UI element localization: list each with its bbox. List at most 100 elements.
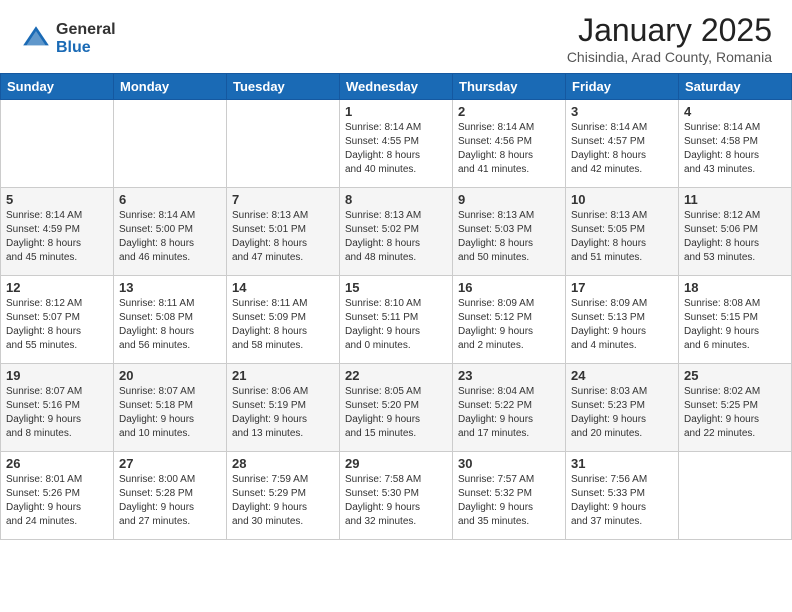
calendar-cell: 21 Sunrise: 8:06 AM Sunset: 5:19 PM Dayli… — [227, 364, 340, 452]
day-info: Sunrise: 8:14 AM Sunset: 4:58 PM Dayligh… — [684, 121, 786, 177]
day-info: Sunrise: 8:09 AM Sunset: 5:13 PM Dayligh… — [571, 297, 673, 353]
weekday-header-wednesday: Wednesday — [340, 74, 453, 100]
day-number: 9 — [458, 192, 560, 207]
day-info: Sunrise: 8:10 AM Sunset: 5:11 PM Dayligh… — [345, 297, 447, 353]
location-title: Chisindia, Arad County, Romania — [567, 49, 772, 65]
day-number: 14 — [232, 280, 334, 295]
day-info: Sunrise: 8:06 AM Sunset: 5:19 PM Dayligh… — [232, 385, 334, 441]
day-info: Sunrise: 7:59 AM Sunset: 5:29 PM Dayligh… — [232, 473, 334, 529]
day-info: Sunrise: 8:01 AM Sunset: 5:26 PM Dayligh… — [6, 473, 108, 529]
day-number: 3 — [571, 104, 673, 119]
day-info: Sunrise: 8:03 AM Sunset: 5:23 PM Dayligh… — [571, 385, 673, 441]
day-number: 8 — [345, 192, 447, 207]
day-number: 2 — [458, 104, 560, 119]
day-number: 10 — [571, 192, 673, 207]
weekday-header-thursday: Thursday — [453, 74, 566, 100]
calendar-week-5: 26 Sunrise: 8:01 AM Sunset: 5:26 PM Dayli… — [1, 452, 792, 540]
day-number: 25 — [684, 368, 786, 383]
logo-icon — [20, 23, 52, 55]
month-title: January 2025 — [567, 12, 772, 49]
calendar-cell: 16 Sunrise: 8:09 AM Sunset: 5:12 PM Dayli… — [453, 276, 566, 364]
day-number: 6 — [119, 192, 221, 207]
calendar-cell — [227, 100, 340, 188]
calendar-cell: 25 Sunrise: 8:02 AM Sunset: 5:25 PM Dayli… — [679, 364, 792, 452]
calendar-cell: 31Sunrise: 7:56 AM Sunset: 5:33 PM Dayli… — [566, 452, 679, 540]
calendar-cell: 22 Sunrise: 8:05 AM Sunset: 5:20 PM Dayli… — [340, 364, 453, 452]
day-info: Sunrise: 8:14 AM Sunset: 4:57 PM Dayligh… — [571, 121, 673, 177]
calendar-cell: 19 Sunrise: 8:07 AM Sunset: 5:16 PM Dayli… — [1, 364, 114, 452]
day-info: Sunrise: 8:12 AM Sunset: 5:07 PM Dayligh… — [6, 297, 108, 353]
day-number: 21 — [232, 368, 334, 383]
day-number: 12 — [6, 280, 108, 295]
day-number: 16 — [458, 280, 560, 295]
day-info: Sunrise: 8:13 AM Sunset: 5:05 PM Dayligh… — [571, 209, 673, 265]
day-info: Sunrise: 8:11 AM Sunset: 5:09 PM Dayligh… — [232, 297, 334, 353]
day-info: Sunrise: 8:07 AM Sunset: 5:16 PM Dayligh… — [6, 385, 108, 441]
day-number: 17 — [571, 280, 673, 295]
weekday-header-row: SundayMondayTuesdayWednesdayThursdayFrid… — [1, 74, 792, 100]
calendar-cell: 10 Sunrise: 8:13 AM Sunset: 5:05 PM Dayli… — [566, 188, 679, 276]
calendar-cell — [1, 100, 114, 188]
calendar-cell: 9 Sunrise: 8:13 AM Sunset: 5:03 PM Daylig… — [453, 188, 566, 276]
calendar-week-3: 12 Sunrise: 8:12 AM Sunset: 5:07 PM Dayli… — [1, 276, 792, 364]
day-number: 30 — [458, 456, 560, 471]
day-number: 28 — [232, 456, 334, 471]
weekday-header-sunday: Sunday — [1, 74, 114, 100]
calendar-cell: 2Sunrise: 8:14 AM Sunset: 4:56 PM Daylig… — [453, 100, 566, 188]
calendar-cell: 4Sunrise: 8:14 AM Sunset: 4:58 PM Daylig… — [679, 100, 792, 188]
calendar-cell: 6 Sunrise: 8:14 AM Sunset: 5:00 PM Daylig… — [114, 188, 227, 276]
calendar-cell — [114, 100, 227, 188]
calendar-cell: 7 Sunrise: 8:13 AM Sunset: 5:01 PM Daylig… — [227, 188, 340, 276]
day-info: Sunrise: 8:02 AM Sunset: 5:25 PM Dayligh… — [684, 385, 786, 441]
calendar-cell: 14 Sunrise: 8:11 AM Sunset: 5:09 PM Dayli… — [227, 276, 340, 364]
weekday-header-saturday: Saturday — [679, 74, 792, 100]
calendar-cell: 12 Sunrise: 8:12 AM Sunset: 5:07 PM Dayli… — [1, 276, 114, 364]
day-number: 27 — [119, 456, 221, 471]
calendar-week-2: 5 Sunrise: 8:14 AM Sunset: 4:59 PM Daylig… — [1, 188, 792, 276]
logo-text: General Blue — [56, 21, 116, 56]
day-number: 22 — [345, 368, 447, 383]
day-info: Sunrise: 8:05 AM Sunset: 5:20 PM Dayligh… — [345, 385, 447, 441]
weekday-header-friday: Friday — [566, 74, 679, 100]
day-number: 29 — [345, 456, 447, 471]
day-info: Sunrise: 8:14 AM Sunset: 4:55 PM Dayligh… — [345, 121, 447, 177]
calendar-cell: 17 Sunrise: 8:09 AM Sunset: 5:13 PM Dayli… — [566, 276, 679, 364]
day-info: Sunrise: 8:14 AM Sunset: 4:59 PM Dayligh… — [6, 209, 108, 265]
logo-blue-text: Blue — [56, 39, 116, 57]
day-number: 19 — [6, 368, 108, 383]
day-info: Sunrise: 8:13 AM Sunset: 5:01 PM Dayligh… — [232, 209, 334, 265]
day-number: 7 — [232, 192, 334, 207]
calendar-cell: 8 Sunrise: 8:13 AM Sunset: 5:02 PM Daylig… — [340, 188, 453, 276]
day-number: 20 — [119, 368, 221, 383]
logo: General Blue — [20, 21, 116, 56]
calendar-cell: 29 Sunrise: 7:58 AM Sunset: 5:30 PM Dayli… — [340, 452, 453, 540]
calendar-week-4: 19 Sunrise: 8:07 AM Sunset: 5:16 PM Dayli… — [1, 364, 792, 452]
weekday-header-monday: Monday — [114, 74, 227, 100]
day-info: Sunrise: 8:13 AM Sunset: 5:03 PM Dayligh… — [458, 209, 560, 265]
day-number: 24 — [571, 368, 673, 383]
day-number: 15 — [345, 280, 447, 295]
day-number: 26 — [6, 456, 108, 471]
calendar-cell: 5 Sunrise: 8:14 AM Sunset: 4:59 PM Daylig… — [1, 188, 114, 276]
day-number: 5 — [6, 192, 108, 207]
calendar-cell: 26 Sunrise: 8:01 AM Sunset: 5:26 PM Dayli… — [1, 452, 114, 540]
day-info: Sunrise: 8:07 AM Sunset: 5:18 PM Dayligh… — [119, 385, 221, 441]
day-info: Sunrise: 7:58 AM Sunset: 5:30 PM Dayligh… — [345, 473, 447, 529]
calendar-cell: 3 Sunrise: 8:14 AM Sunset: 4:57 PM Daylig… — [566, 100, 679, 188]
calendar-cell: 23Sunrise: 8:04 AM Sunset: 5:22 PM Dayli… — [453, 364, 566, 452]
day-info: Sunrise: 7:56 AM Sunset: 5:33 PM Dayligh… — [571, 473, 673, 529]
day-info: Sunrise: 8:09 AM Sunset: 5:12 PM Dayligh… — [458, 297, 560, 353]
logo-general-text: General — [56, 21, 116, 39]
day-number: 11 — [684, 192, 786, 207]
day-number: 23 — [458, 368, 560, 383]
calendar-cell: 1Sunrise: 8:14 AM Sunset: 4:55 PM Daylig… — [340, 100, 453, 188]
calendar-cell: 28 Sunrise: 7:59 AM Sunset: 5:29 PM Dayli… — [227, 452, 340, 540]
day-number: 18 — [684, 280, 786, 295]
day-info: Sunrise: 8:12 AM Sunset: 5:06 PM Dayligh… — [684, 209, 786, 265]
day-number: 13 — [119, 280, 221, 295]
title-block: January 2025 Chisindia, Arad County, Rom… — [567, 12, 772, 65]
day-info: Sunrise: 8:14 AM Sunset: 5:00 PM Dayligh… — [119, 209, 221, 265]
calendar-week-1: 1Sunrise: 8:14 AM Sunset: 4:55 PM Daylig… — [1, 100, 792, 188]
calendar-cell: 15 Sunrise: 8:10 AM Sunset: 5:11 PM Dayli… — [340, 276, 453, 364]
day-info: Sunrise: 8:13 AM Sunset: 5:02 PM Dayligh… — [345, 209, 447, 265]
